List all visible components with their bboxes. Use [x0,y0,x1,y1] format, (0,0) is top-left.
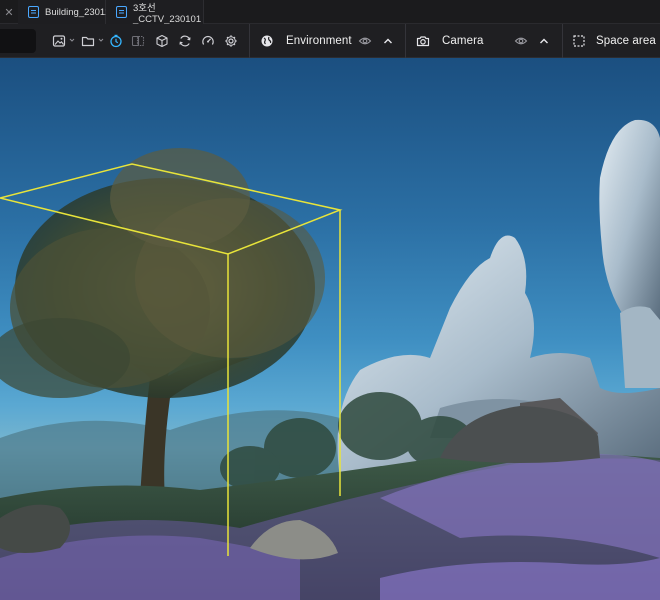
scene-render [0,119,660,600]
folder-icon[interactable] [79,32,97,50]
globe-icon [258,32,276,50]
tab-building[interactable]: Building_230123 [18,0,116,24]
area-select-icon [570,32,588,50]
gear-icon[interactable] [222,32,240,50]
gauge-icon[interactable] [199,32,217,50]
scene-viewport[interactable] [0,58,660,600]
tab-strip: ✕ Building_230123 3호선_CCTV_230101 [0,0,660,25]
cube-icon[interactable] [153,32,171,50]
document-icon [116,6,127,18]
image-icon[interactable] [50,32,68,50]
search-input[interactable] [0,29,36,53]
chevron-up-icon[interactable] [379,32,397,50]
camera-label[interactable]: Camera [442,35,484,47]
environment-label[interactable]: Environment [286,35,352,47]
timer-icon[interactable] [107,32,125,50]
close-icon[interactable]: ✕ [0,0,18,24]
tab-cctv[interactable]: 3호선_CCTV_230101 [106,0,204,25]
document-icon [28,6,39,18]
main-toolbar: Environment Camera Space area [0,24,660,58]
space-area-section: Space area [570,24,660,58]
chevron-down-icon[interactable] [69,37,75,43]
compare-icon[interactable] [129,32,147,50]
refresh-icon[interactable] [176,32,194,50]
toolbar-divider [562,24,563,58]
toolbar-divider [405,24,406,58]
toolbar-divider [249,24,250,58]
chevron-up-icon[interactable] [535,32,553,50]
space-area-label[interactable]: Space area [596,35,656,47]
chevron-down-icon[interactable] [98,37,104,43]
eye-icon[interactable] [356,32,374,50]
tab-label: 3호선_CCTV_230101 [133,2,202,25]
camera-icon [414,32,432,50]
eye-icon[interactable] [512,32,530,50]
